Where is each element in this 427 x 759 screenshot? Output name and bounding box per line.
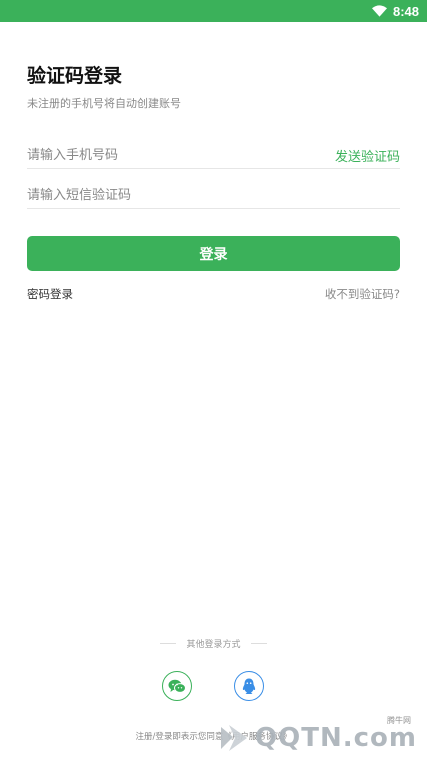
code-field-row — [27, 182, 400, 209]
page-title: 验证码登录 — [27, 65, 123, 87]
divider-line — [160, 643, 177, 644]
wechat-login-button[interactable] — [162, 671, 192, 701]
status-time: 8:48 — [392, 3, 419, 19]
wifi-icon — [371, 5, 387, 17]
qq-icon — [242, 678, 256, 694]
login-button[interactable]: 登录 — [27, 236, 400, 271]
other-login-label: 其他登录方式 — [186, 640, 241, 650]
site-watermark: QQTN.com 腾牛网 — [217, 716, 417, 753]
agreement-text: 注册/登录即表示您同意 — [135, 732, 224, 742]
watermark-text: QQTN.com — [255, 723, 417, 753]
wechat-icon — [168, 679, 186, 693]
qq-login-button[interactable] — [234, 671, 264, 701]
no-code-link[interactable]: 收不到验证码? — [325, 286, 400, 302]
status-bar: 8:48 — [0, 0, 427, 22]
send-code-button[interactable]: 发送验证码 — [335, 146, 400, 165]
divider-line — [250, 643, 267, 644]
phone-field-row: 发送验证码 — [27, 142, 400, 169]
phone-input[interactable] — [27, 143, 335, 167]
other-login-divider: 其他登录方式 — [0, 637, 427, 650]
sms-code-input[interactable] — [27, 183, 400, 207]
password-login-link[interactable]: 密码登录 — [27, 286, 73, 302]
watermark-small-text: 腾牛网 — [387, 716, 411, 725]
page-subtitle: 未注册的手机号将自动创建账号 — [27, 97, 181, 110]
watermark-logo-icon — [221, 725, 248, 751]
